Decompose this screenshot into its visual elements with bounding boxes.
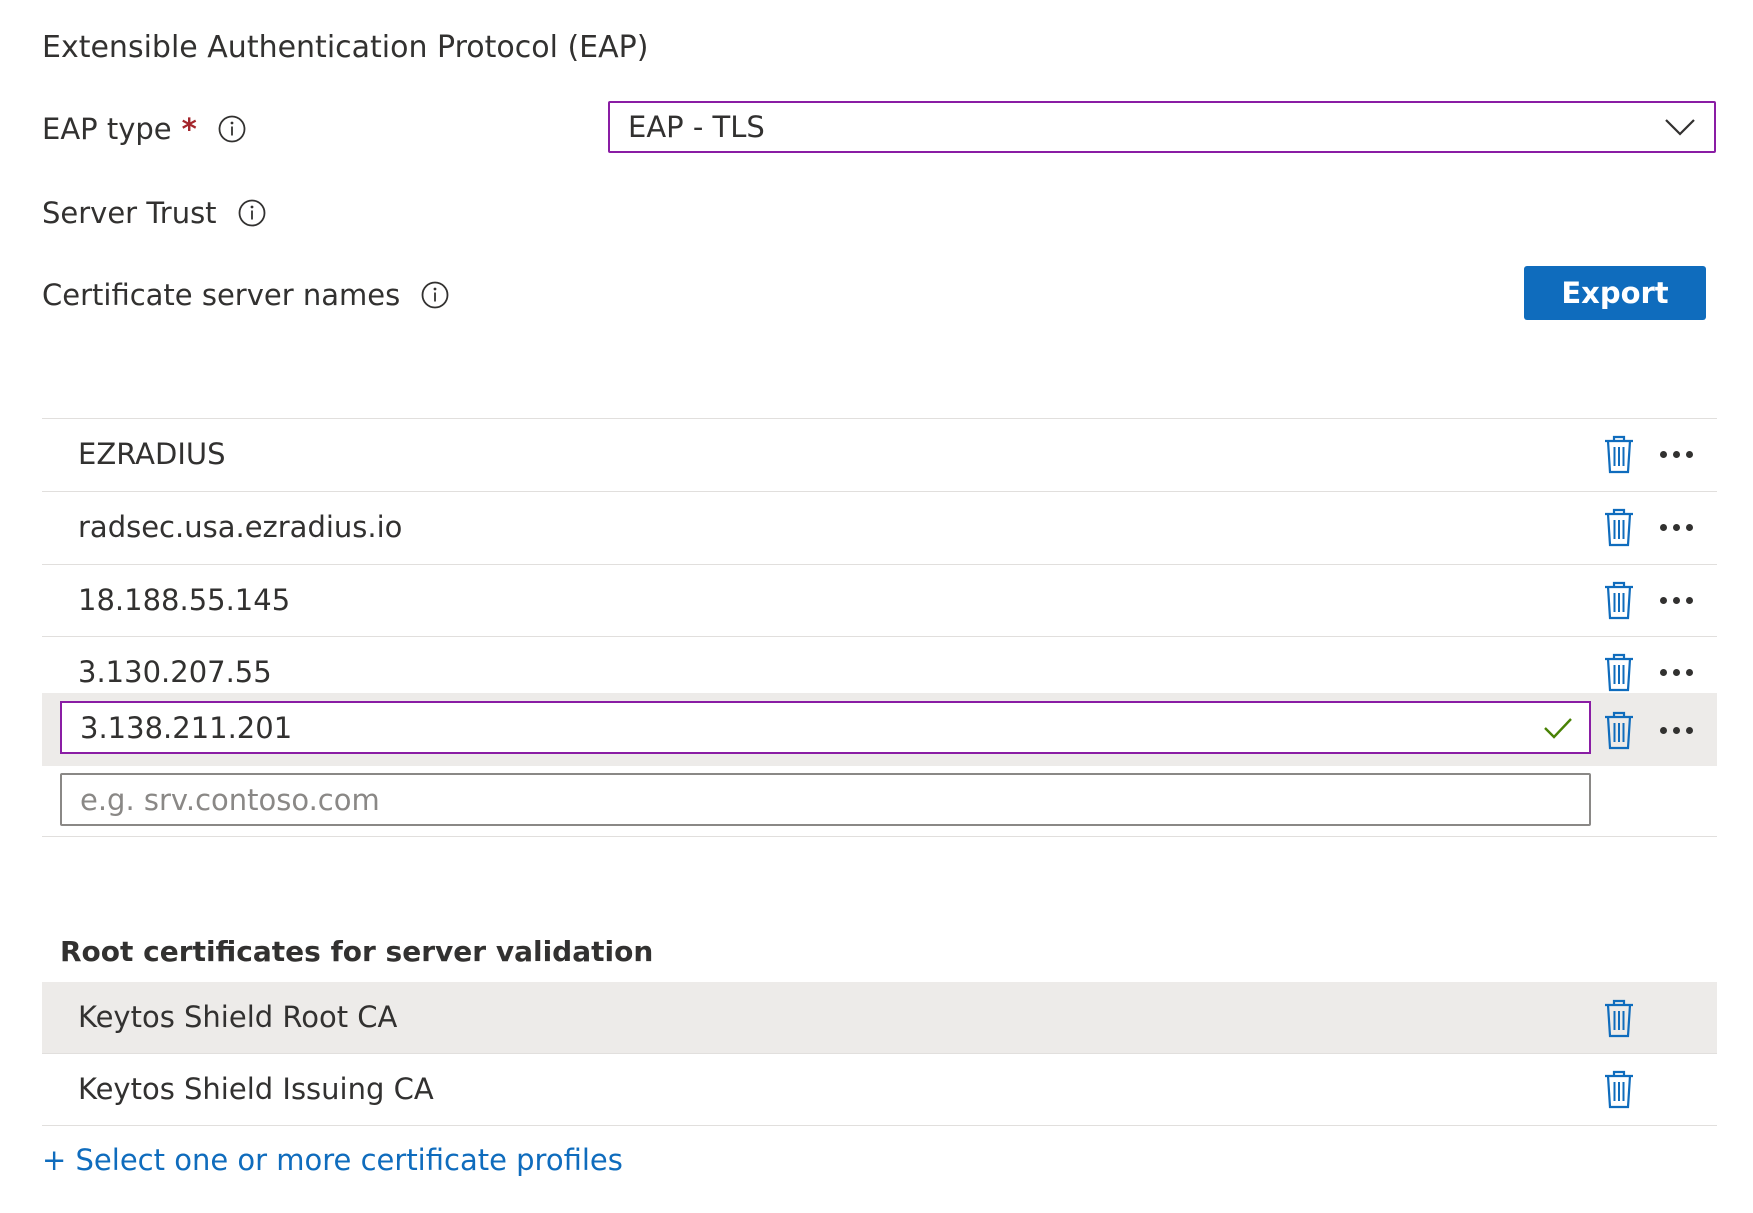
delete-icon[interactable] xyxy=(1604,434,1634,474)
server-trust-label-group: Server Trust xyxy=(42,193,267,233)
list-item: Keytos Shield Issuing CA xyxy=(42,1054,1717,1125)
more-options-icon[interactable] xyxy=(1660,449,1693,459)
divider xyxy=(42,1125,1717,1126)
delete-icon[interactable] xyxy=(1604,507,1634,547)
info-icon[interactable] xyxy=(237,198,267,228)
section-title: Extensible Authentication Protocol (EAP) xyxy=(42,30,649,65)
checkmark-icon xyxy=(1543,716,1573,740)
more-options-icon[interactable] xyxy=(1660,522,1693,532)
list-item: radsec.usa.ezradius.io xyxy=(42,492,1717,563)
delete-icon[interactable] xyxy=(1604,998,1634,1038)
cert-name-edit-field[interactable]: 3.138.211.201 xyxy=(60,701,1591,754)
more-options-icon[interactable] xyxy=(1660,595,1693,605)
new-cert-name-input[interactable] xyxy=(60,773,1591,826)
delete-icon[interactable] xyxy=(1604,1069,1634,1109)
cert-names-label-group: Certificate server names xyxy=(42,275,450,315)
info-icon[interactable] xyxy=(420,280,450,310)
cert-names-label: Certificate server names xyxy=(42,278,401,312)
root-cert-text: Keytos Shield Root CA xyxy=(78,1000,398,1034)
more-options-icon[interactable] xyxy=(1660,725,1693,735)
list-item: 18.188.55.145 xyxy=(42,565,1717,636)
eap-type-label-group: EAP type * xyxy=(42,109,247,149)
server-trust-label: Server Trust xyxy=(42,196,217,230)
export-button[interactable]: Export xyxy=(1524,266,1706,320)
delete-icon[interactable] xyxy=(1604,710,1634,750)
chevron-down-icon xyxy=(1664,117,1696,137)
list-item: EZRADIUS xyxy=(42,419,1717,490)
delete-icon[interactable] xyxy=(1604,580,1634,620)
required-marker: * xyxy=(181,112,197,146)
cert-name-text: 18.188.55.145 xyxy=(78,583,291,617)
cert-name-text: radsec.usa.ezradius.io xyxy=(78,510,403,544)
eap-type-label: EAP type xyxy=(42,112,172,146)
list-item-selected: Keytos Shield Root CA xyxy=(42,982,1717,1053)
delete-icon[interactable] xyxy=(1604,652,1634,692)
info-icon[interactable] xyxy=(217,114,247,144)
eap-type-value: EAP - TLS xyxy=(628,110,765,144)
root-certs-title: Root certificates for server validation xyxy=(60,935,654,968)
eap-type-dropdown[interactable]: EAP - TLS xyxy=(608,101,1716,153)
select-cert-profiles-link[interactable]: + Select one or more certificate profile… xyxy=(42,1140,623,1180)
cert-name-text: EZRADIUS xyxy=(78,437,226,471)
divider xyxy=(42,836,1717,837)
cert-name-edit-value: 3.138.211.201 xyxy=(80,710,293,745)
more-options-icon[interactable] xyxy=(1660,667,1693,677)
root-cert-text: Keytos Shield Issuing CA xyxy=(78,1072,434,1106)
